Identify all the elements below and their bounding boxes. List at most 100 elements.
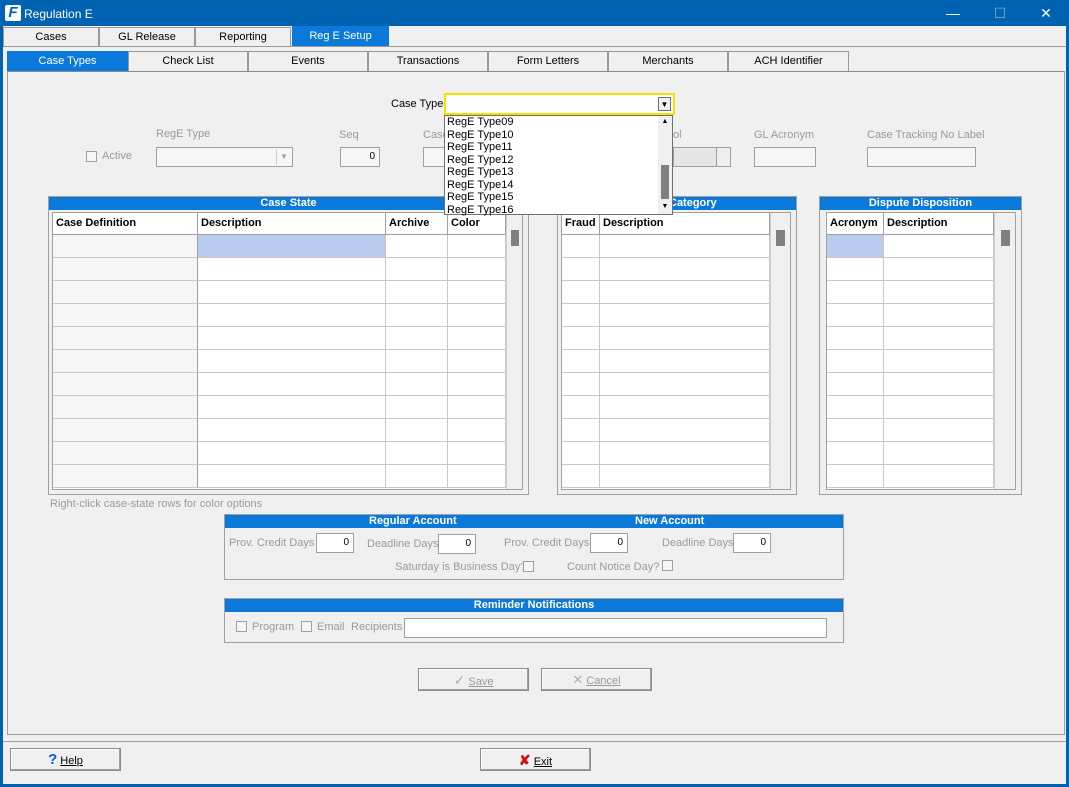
grid-cell[interactable] xyxy=(198,465,386,488)
grid-cell[interactable] xyxy=(884,350,994,373)
tab-ach-identifier[interactable]: ACH Identifier xyxy=(728,51,849,71)
recipients-field[interactable] xyxy=(404,618,827,638)
grid-cell[interactable] xyxy=(198,235,386,258)
grid-cell[interactable] xyxy=(448,442,506,465)
tab-transactions[interactable]: Transactions xyxy=(368,51,488,71)
grid-cell[interactable] xyxy=(884,327,994,350)
grid-cell[interactable] xyxy=(827,235,884,258)
close-button[interactable]: ✕ xyxy=(1023,0,1069,26)
tab-gl-release[interactable]: GL Release xyxy=(99,27,195,46)
grid-cell[interactable] xyxy=(884,419,994,442)
grid-cell[interactable] xyxy=(198,304,386,327)
grid-cell[interactable] xyxy=(600,442,770,465)
grid-cell[interactable] xyxy=(827,396,884,419)
help-button[interactable]: ? Help xyxy=(10,748,121,771)
tab-reporting[interactable]: Reporting xyxy=(195,27,291,46)
scroll-down-icon[interactable]: ▼ xyxy=(660,203,670,210)
scroll-thumb[interactable] xyxy=(776,230,785,246)
grid-cell[interactable] xyxy=(386,396,448,419)
grid-cell[interactable] xyxy=(448,396,506,419)
grid-cell[interactable] xyxy=(448,304,506,327)
grid-cell[interactable] xyxy=(827,465,884,488)
grid-cell[interactable] xyxy=(386,235,448,258)
scroll-thumb[interactable] xyxy=(1001,230,1010,246)
dispute-grid[interactable]: Acronym Description xyxy=(826,212,1016,490)
scroll-thumb[interactable] xyxy=(661,165,669,199)
seq-field[interactable]: 0 xyxy=(340,147,380,167)
grid-cell[interactable] xyxy=(884,235,994,258)
grid-cell[interactable] xyxy=(198,373,386,396)
grid-cell[interactable] xyxy=(600,350,770,373)
case-type-option[interactable]: RegE Type16 xyxy=(447,204,655,217)
grid-cell[interactable] xyxy=(386,281,448,304)
grid-cell[interactable] xyxy=(562,396,600,419)
grid-cell[interactable] xyxy=(884,304,994,327)
grid-cell[interactable] xyxy=(198,396,386,419)
active-checkbox[interactable] xyxy=(86,151,97,162)
grid-cell[interactable] xyxy=(53,304,198,327)
grid-cell[interactable] xyxy=(386,419,448,442)
grid-cell[interactable] xyxy=(827,442,884,465)
grid-cell[interactable] xyxy=(53,327,198,350)
case-type-option[interactable]: RegE Type15 xyxy=(447,191,655,204)
regular-prov-credit-field[interactable]: 0 xyxy=(316,533,354,553)
case-type-option[interactable]: RegE Type10 xyxy=(447,129,655,142)
dropdown-scrollbar[interactable]: ▲ ▼ xyxy=(658,116,672,214)
grid-cell[interactable] xyxy=(884,396,994,419)
case-state-scrollbar[interactable] xyxy=(506,213,522,489)
grid-cell[interactable] xyxy=(600,465,770,488)
category-scrollbar[interactable] xyxy=(770,213,790,489)
grid-cell[interactable] xyxy=(448,327,506,350)
grid-cell[interactable] xyxy=(600,396,770,419)
grid-cell[interactable] xyxy=(386,327,448,350)
grid-cell[interactable] xyxy=(827,373,884,396)
grid-cell[interactable] xyxy=(562,419,600,442)
grid-cell[interactable] xyxy=(884,281,994,304)
grid-cell[interactable] xyxy=(198,350,386,373)
grid-cell[interactable] xyxy=(827,304,884,327)
grid-cell[interactable] xyxy=(53,442,198,465)
grid-cell[interactable] xyxy=(448,373,506,396)
grid-cell[interactable] xyxy=(198,442,386,465)
tab-case-types[interactable]: Case Types xyxy=(7,51,128,71)
grid-cell[interactable] xyxy=(386,373,448,396)
grid-cell[interactable] xyxy=(53,258,198,281)
grid-cell[interactable] xyxy=(827,327,884,350)
category-grid[interactable]: Fraud Description xyxy=(561,212,791,490)
grid-cell[interactable] xyxy=(386,442,448,465)
color-picker-button[interactable] xyxy=(716,148,730,166)
tab-events[interactable]: Events xyxy=(248,51,368,71)
grid-cell[interactable] xyxy=(448,235,506,258)
case-type-dropdown-list[interactable]: RegE Type09 RegE Type10 RegE Type11 RegE… xyxy=(444,115,673,217)
grid-cell[interactable] xyxy=(600,419,770,442)
grid-cell[interactable] xyxy=(53,419,198,442)
grid-cell[interactable] xyxy=(198,419,386,442)
grid-cell[interactable] xyxy=(53,396,198,419)
grid-cell[interactable] xyxy=(827,350,884,373)
grid-cell[interactable] xyxy=(600,304,770,327)
grid-cell[interactable] xyxy=(562,258,600,281)
tab-reg-e-setup[interactable]: Reg E Setup xyxy=(292,26,389,46)
grid-cell[interactable] xyxy=(562,373,600,396)
grid-cell[interactable] xyxy=(562,465,600,488)
case-type-option[interactable]: RegE Type14 xyxy=(447,179,655,192)
grid-cell[interactable] xyxy=(562,235,600,258)
grid-cell[interactable] xyxy=(827,258,884,281)
grid-cell[interactable] xyxy=(884,258,994,281)
grid-cell[interactable] xyxy=(562,327,600,350)
grid-cell[interactable] xyxy=(198,327,386,350)
case-state-grid[interactable]: Case Definition Description Archive Colo… xyxy=(52,212,523,490)
chevron-down-icon[interactable]: ▼ xyxy=(276,149,291,165)
grid-cell[interactable] xyxy=(386,465,448,488)
case-type-option[interactable]: RegE Type13 xyxy=(447,166,655,179)
grid-cell[interactable] xyxy=(827,419,884,442)
grid-cell[interactable] xyxy=(386,304,448,327)
grid-cell[interactable] xyxy=(386,350,448,373)
grid-cell[interactable] xyxy=(827,281,884,304)
grid-cell[interactable] xyxy=(600,327,770,350)
grid-cell[interactable] xyxy=(600,281,770,304)
dispute-scrollbar[interactable] xyxy=(994,213,1015,489)
grid-cell[interactable] xyxy=(600,373,770,396)
gl-acronym-field[interactable] xyxy=(754,147,816,167)
new-prov-credit-field[interactable]: 0 xyxy=(590,533,628,553)
